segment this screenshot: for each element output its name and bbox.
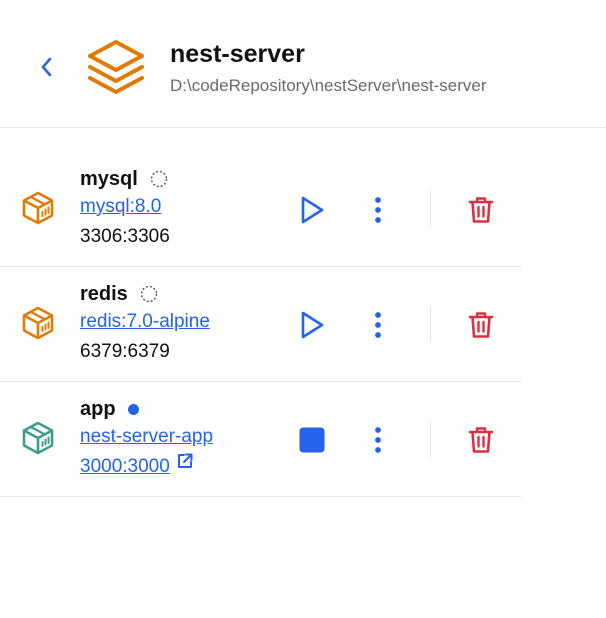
more-options-button[interactable] [364,192,392,228]
image-line: redis:7.0-alpine [80,307,210,337]
container-list: mysql mysql:8.0 3306:3306 redis redis:7.… [0,152,521,497]
stop-button[interactable] [294,422,330,458]
container-name-line: redis [80,281,210,307]
action-divider [430,421,431,457]
status-stopped-icon [150,170,168,188]
project-header: nest-server D:\codeRepository\nestServer… [0,0,606,128]
container-info: app nest-server-app 3000:3000 [80,396,213,482]
back-button[interactable] [30,50,64,84]
image-link[interactable]: redis:7.0-alpine [80,311,210,332]
start-button[interactable] [294,307,330,343]
layers-icon [86,38,146,98]
external-link-icon[interactable] [176,450,194,480]
container-name-line: mysql [80,166,170,192]
container-name: mysql [80,167,138,190]
container-icon [20,305,56,341]
ports-line: 3000:3000 [80,452,213,482]
container-row-mysql: mysql mysql:8.0 3306:3306 [0,152,521,267]
compose-project-view: nest-server D:\codeRepository\nestServer… [0,0,606,618]
start-button[interactable] [294,192,330,228]
ports-link[interactable]: 3000:3000 [80,456,170,477]
container-running-icon [20,420,56,456]
status-running-dot [127,403,139,415]
ports-text: 3306:3306 [80,226,170,247]
more-options-button[interactable] [364,422,392,458]
image-line: mysql:8.0 [80,192,170,222]
more-options-button[interactable] [364,307,392,343]
delete-button[interactable] [463,192,499,228]
container-icon [20,190,56,226]
project-path: D:\codeRepository\nestServer\nest-server [170,76,487,95]
container-row-redis: redis redis:7.0-alpine 6379:6379 [0,267,521,382]
image-line: nest-server-app [80,422,213,452]
play-icon [301,311,324,339]
image-link[interactable]: mysql:8.0 [80,196,161,217]
more-vertical-icon [375,312,381,338]
status-stopped-icon [140,285,158,303]
more-vertical-icon [375,427,381,453]
container-row-app: app nest-server-app 3000:3000 [0,382,521,497]
trash-icon [468,312,494,338]
ports-line: 6379:6379 [80,337,210,367]
chevron-left-icon [41,57,52,77]
container-info: mysql mysql:8.0 3306:3306 [80,166,170,252]
project-title: nest-server [170,40,305,68]
delete-button[interactable] [463,307,499,343]
container-info: redis redis:7.0-alpine 6379:6379 [80,281,210,367]
delete-button[interactable] [463,422,499,458]
container-name-line: app [80,396,213,422]
container-name: app [80,397,116,420]
ports-line: 3306:3306 [80,222,170,252]
more-vertical-icon [375,197,381,223]
ports-text: 6379:6379 [80,341,170,362]
trash-icon [468,197,494,223]
play-icon [301,196,324,224]
action-divider [430,191,431,227]
image-link[interactable]: nest-server-app [80,426,213,447]
container-name: redis [80,282,128,305]
action-divider [430,306,431,342]
stop-icon [299,427,325,453]
trash-icon [468,427,494,453]
